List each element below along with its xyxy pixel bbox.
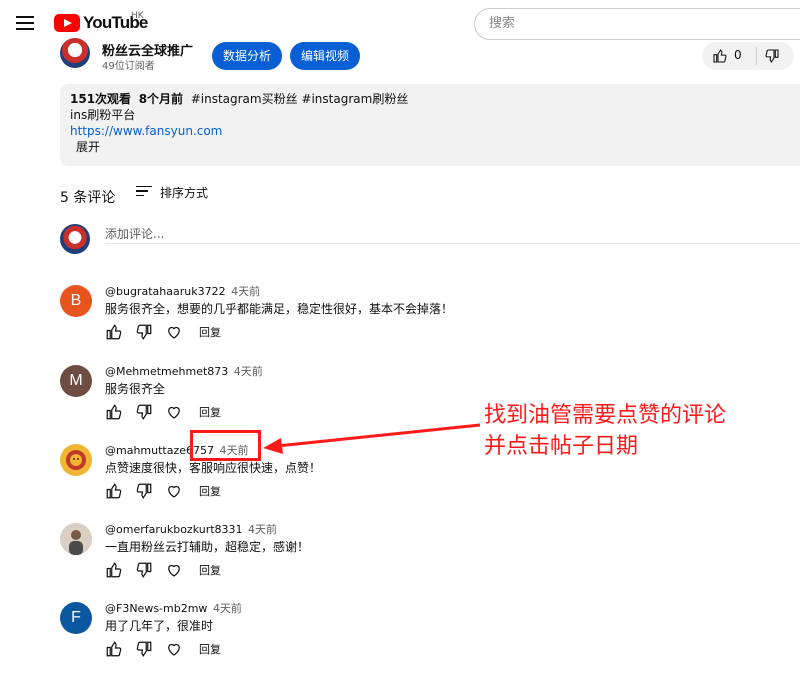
- thumbs-down-icon[interactable]: [135, 561, 153, 579]
- comment-actions: 回复: [105, 640, 221, 658]
- comment-time[interactable]: 4天前: [231, 285, 260, 298]
- annotation-text: 找到油管需要点赞的评论 并点击帖子日期: [484, 400, 726, 462]
- comment-header: @bugratahaaruk3722 4天前: [105, 283, 260, 299]
- commenter-avatar[interactable]: F: [60, 602, 92, 634]
- comment-text: 一直用粉丝云打辅助，超稳定，感谢！: [105, 540, 310, 554]
- upload-age: 8个月前: [138, 92, 184, 106]
- commenter-avatar[interactable]: B: [60, 285, 92, 317]
- comment-author[interactable]: @Mehmetmehmet873: [105, 365, 228, 378]
- comment-text: 用了几年了，很准时: [105, 619, 214, 633]
- annotation-highlight-box: [190, 430, 261, 461]
- thumbs-up-icon[interactable]: [712, 48, 728, 64]
- comment-text: 服务很齐全: [105, 382, 166, 396]
- annotation-line-2: 并点击帖子日期: [484, 434, 639, 459]
- comment-time[interactable]: 4天前: [213, 602, 242, 615]
- sort-icon: [136, 185, 152, 200]
- channel-avatar[interactable]: [60, 38, 90, 68]
- heart-icon[interactable]: [165, 403, 183, 421]
- sort-button[interactable]: 排序方式: [136, 184, 208, 201]
- heart-icon[interactable]: [165, 482, 183, 500]
- thumbs-up-icon[interactable]: [105, 561, 123, 579]
- comment-actions: 回复: [105, 323, 221, 341]
- comment-author[interactable]: @bugratahaaruk3722: [105, 285, 226, 298]
- comment-actions: 回复: [105, 482, 221, 500]
- hamburger-icon[interactable]: [16, 16, 34, 30]
- comment-header: @Mehmetmehmet873 4天前: [105, 363, 263, 379]
- reply-button[interactable]: 回复: [199, 562, 221, 578]
- subscriber-count: 49位订阅者: [102, 61, 155, 72]
- view-count: 151次观看: [70, 92, 132, 106]
- comment-author[interactable]: @omerfarukbozkurt8331: [105, 523, 243, 536]
- comment-text: 服务很齐全，想要的几乎都能满足，稳定性很好，基本不会掉落！: [105, 302, 454, 316]
- comment-count: 5 条评论: [60, 190, 116, 206]
- add-comment-input[interactable]: 添加评论...: [105, 225, 164, 242]
- reply-button[interactable]: 回复: [199, 324, 221, 340]
- commenter-avatar[interactable]: [60, 444, 92, 476]
- reply-button[interactable]: 回复: [199, 641, 221, 657]
- commenter-avatar[interactable]: [60, 523, 92, 555]
- comment-header: @F3News-mb2mw 4天前: [105, 600, 242, 616]
- comment-text: 点赞速度很快，客服响应很快速，点赞！: [105, 461, 322, 475]
- thumbs-up-icon[interactable]: [105, 482, 123, 500]
- expand-button[interactable]: 展开: [70, 139, 800, 155]
- comment-time[interactable]: 4天前: [248, 523, 277, 536]
- like-dislike-pill: 0: [702, 42, 794, 70]
- analytics-button[interactable]: 数据分析: [212, 42, 282, 70]
- user-avatar: [60, 224, 90, 254]
- thumbs-down-icon[interactable]: [135, 403, 153, 421]
- annotation-line-1: 找到油管需要点赞的评论: [484, 403, 727, 428]
- thumbs-up-icon[interactable]: [105, 640, 123, 658]
- comment-item: B @bugratahaaruk3722 4天前 服务很齐全，想要的几乎都能满足…: [60, 285, 780, 357]
- annotation-arrow-icon: [263, 423, 481, 454]
- reply-button[interactable]: 回复: [199, 483, 221, 499]
- thumbs-up-icon[interactable]: [105, 323, 123, 341]
- sort-label: 排序方式: [160, 186, 209, 200]
- person-photo-icon: [69, 530, 83, 555]
- thumbs-up-icon[interactable]: [105, 403, 123, 421]
- youtube-play-icon: [54, 14, 80, 32]
- edit-video-button[interactable]: 编辑视频: [290, 42, 360, 70]
- heart-icon[interactable]: [165, 561, 183, 579]
- comment-actions: 回复: [105, 561, 221, 579]
- reply-button[interactable]: 回复: [199, 404, 221, 420]
- divider: [756, 47, 757, 65]
- heart-icon[interactable]: [165, 640, 183, 658]
- thumbs-down-icon[interactable]: [135, 482, 153, 500]
- hashtags[interactable]: #instagram买粉丝 #instagram刷粉丝: [191, 92, 409, 106]
- description-meta: 151次观看 8个月前 #instagram买粉丝 #instagram刷粉丝: [70, 91, 800, 107]
- comment-actions: 回复: [105, 403, 221, 421]
- comment-header: @omerfarukbozkurt8331 4天前: [105, 521, 277, 537]
- comment-time[interactable]: 4天前: [234, 365, 263, 378]
- region-label: HK: [131, 11, 144, 21]
- description-link[interactable]: https://www.fansyun.com: [70, 124, 222, 138]
- heart-icon[interactable]: [165, 323, 183, 341]
- input-underline: [105, 243, 800, 244]
- thumbs-down-icon[interactable]: [764, 48, 780, 64]
- comment-item: F @F3News-mb2mw 4天前 用了几年了，很准时 回复: [60, 602, 780, 674]
- top-bar: YouTube HK 搜索: [0, 0, 800, 48]
- description-box[interactable]: 151次观看 8个月前 #instagram买粉丝 #instagram刷粉丝 …: [60, 84, 800, 166]
- commenter-avatar[interactable]: M: [60, 365, 92, 397]
- like-count: 0: [734, 48, 742, 62]
- comment-item: @omerfarukbozkurt8331 4天前 一直用粉丝云打辅助，超稳定，…: [60, 523, 780, 595]
- thumbs-down-icon[interactable]: [135, 640, 153, 658]
- lion-crest-icon: [66, 450, 86, 470]
- description-line: ins刷粉平台: [70, 108, 136, 122]
- search-input[interactable]: 搜索: [474, 8, 800, 40]
- thumbs-down-icon[interactable]: [135, 323, 153, 341]
- comment-author[interactable]: @F3News-mb2mw: [105, 602, 207, 615]
